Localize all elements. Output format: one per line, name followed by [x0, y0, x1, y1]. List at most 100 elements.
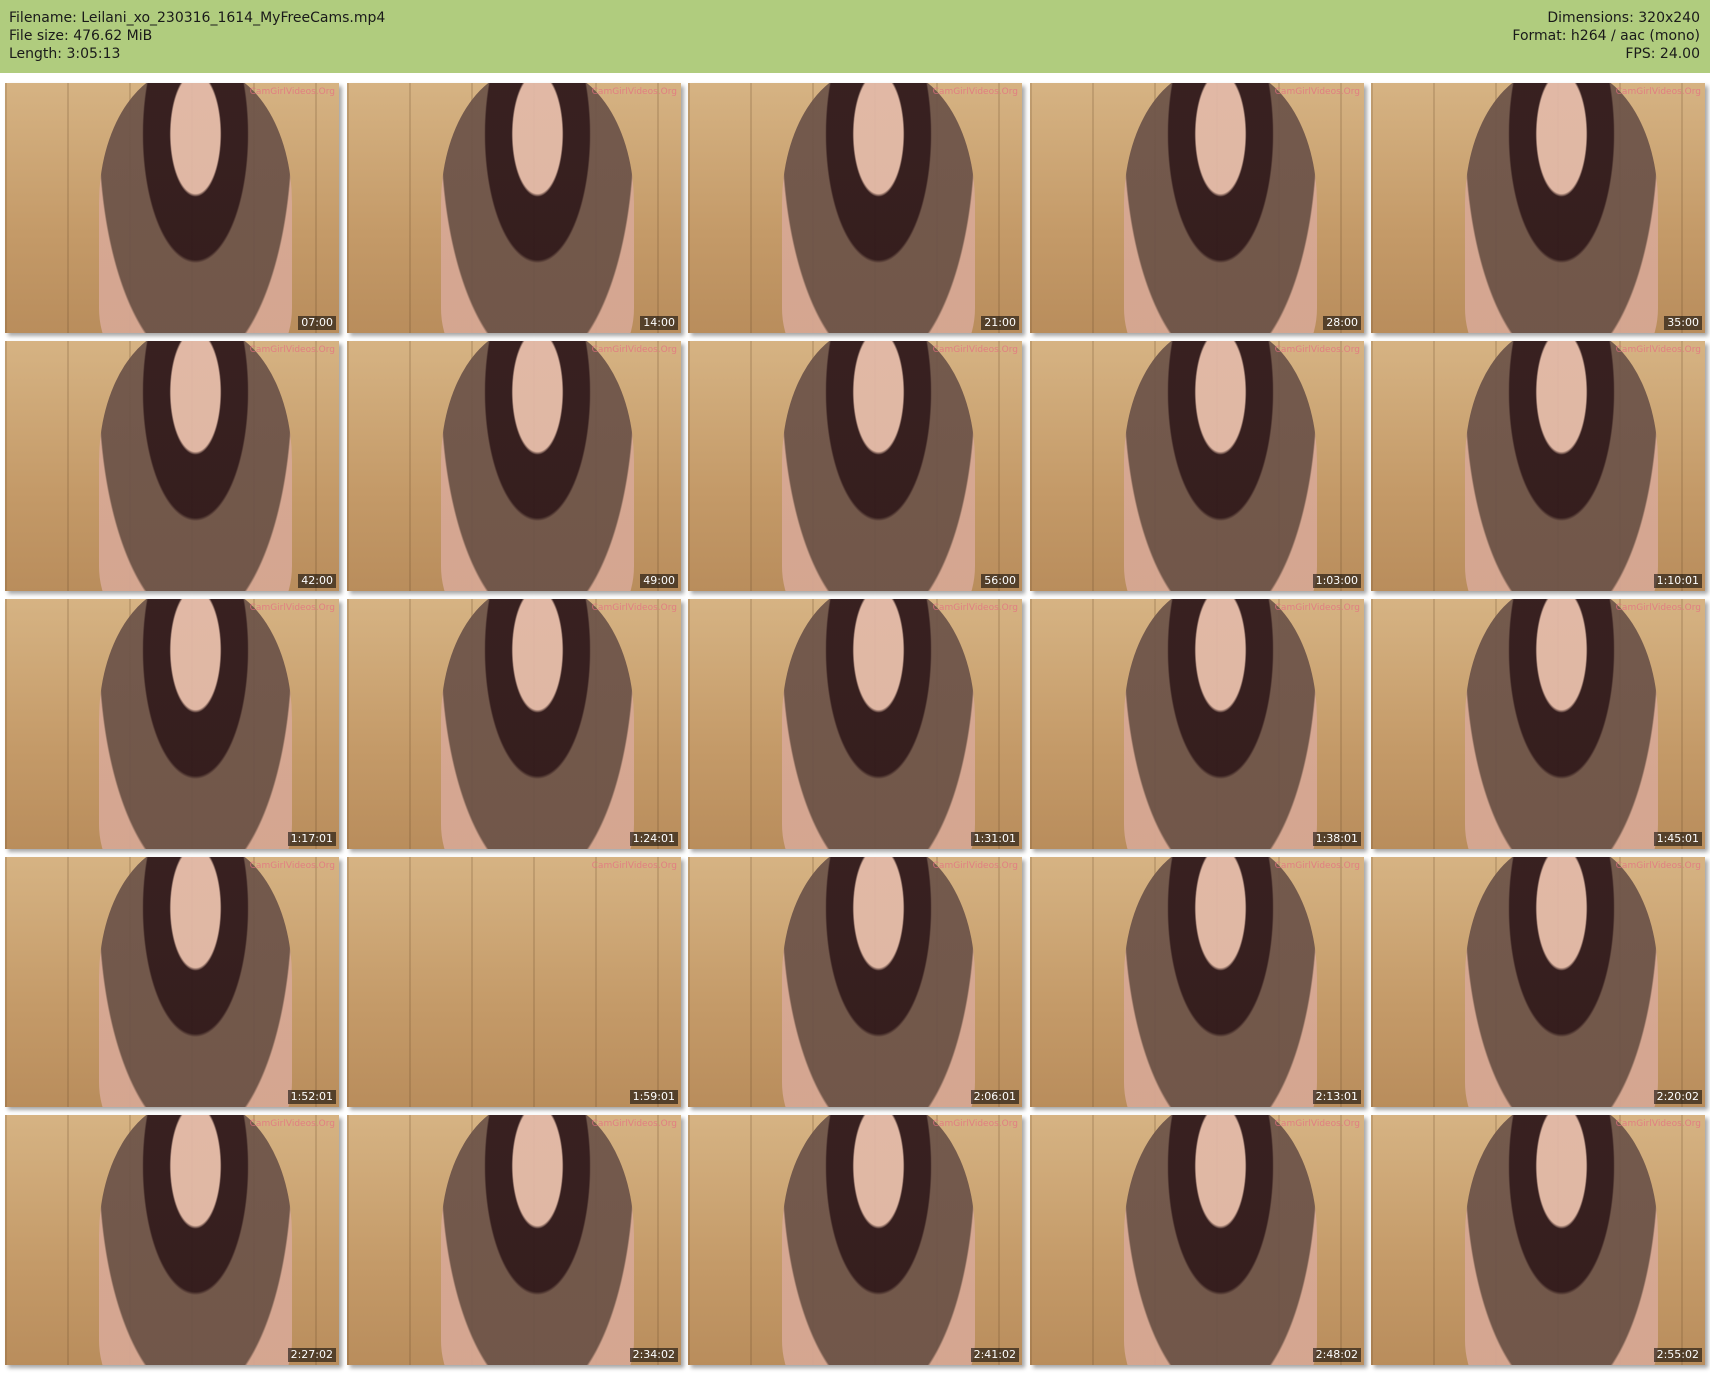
video-thumbnail: CamGirlVideos.Org 14:00: [347, 83, 681, 333]
frame-subject: [440, 1115, 635, 1365]
thumbnail-timestamp: 28:00: [1323, 316, 1361, 330]
video-thumbnail: CamGirlVideos.Org 1:10:01: [1371, 341, 1705, 591]
thumbnail-grid: CamGirlVideos.Org 07:00 CamGirlVideos.Org 1…: [0, 0, 1710, 1373]
watermark: CamGirlVideos.Org: [1615, 603, 1701, 613]
thumbnail-timestamp: 1:31:01: [970, 832, 1019, 846]
frame-subject: [98, 599, 293, 849]
video-thumbnail: CamGirlVideos.Org 35:00: [1371, 83, 1705, 333]
thumbnail-timestamp: 2:13:01: [1312, 1090, 1361, 1104]
frame-subject: [98, 1115, 293, 1365]
frame-subject: [781, 1115, 976, 1365]
video-thumbnail: CamGirlVideos.Org 1:31:01: [688, 599, 1022, 849]
video-thumbnail: CamGirlVideos.Org 2:13:01: [1030, 857, 1364, 1107]
frame-subject: [440, 83, 635, 333]
frame-subject: [98, 341, 293, 591]
thumbnail-timestamp: 56:00: [981, 574, 1019, 588]
frame-subject: [98, 857, 293, 1107]
watermark: CamGirlVideos.Org: [1274, 1119, 1360, 1129]
thumbnail-timestamp: 1:17:01: [287, 832, 336, 846]
frame-subject: [1464, 857, 1659, 1107]
thumbnail-timestamp: 1:03:00: [1312, 574, 1361, 588]
frame-subject: [1123, 83, 1318, 333]
thumbnail-timestamp: 2:20:02: [1653, 1090, 1702, 1104]
watermark: CamGirlVideos.Org: [932, 861, 1018, 871]
thumbnail-timestamp: 2:06:01: [970, 1090, 1019, 1104]
thumbnail-timestamp: 1:45:01: [1653, 832, 1702, 846]
frame-subject: [781, 83, 976, 333]
frame-subject: [1123, 1115, 1318, 1365]
frame-subject: [1464, 1115, 1659, 1365]
video-thumbnail: CamGirlVideos.Org 21:00: [688, 83, 1022, 333]
thumbnail-timestamp: 14:00: [640, 316, 678, 330]
video-thumbnail: CamGirlVideos.Org 1:52:01: [5, 857, 339, 1107]
watermark: CamGirlVideos.Org: [591, 1119, 677, 1129]
frame-background: [347, 857, 681, 1107]
thumbnail-timestamp: 35:00: [1664, 316, 1702, 330]
watermark: CamGirlVideos.Org: [249, 603, 335, 613]
watermark: CamGirlVideos.Org: [1274, 345, 1360, 355]
watermark: CamGirlVideos.Org: [932, 1119, 1018, 1129]
thumbnail-timestamp: 2:34:02: [629, 1348, 678, 1362]
watermark: CamGirlVideos.Org: [591, 87, 677, 97]
frame-subject: [781, 857, 976, 1107]
frame-subject: [1123, 341, 1318, 591]
video-thumbnail: CamGirlVideos.Org 2:34:02: [347, 1115, 681, 1365]
video-thumbnail: CamGirlVideos.Org 2:27:02: [5, 1115, 339, 1365]
video-thumbnail: CamGirlVideos.Org 42:00: [5, 341, 339, 591]
video-thumbnail: CamGirlVideos.Org 1:38:01: [1030, 599, 1364, 849]
video-thumbnail: CamGirlVideos.Org 49:00: [347, 341, 681, 591]
watermark: CamGirlVideos.Org: [591, 603, 677, 613]
watermark: CamGirlVideos.Org: [1615, 87, 1701, 97]
thumbnail-timestamp: 1:38:01: [1312, 832, 1361, 846]
watermark: CamGirlVideos.Org: [591, 861, 677, 871]
video-thumbnail: CamGirlVideos.Org 2:55:02: [1371, 1115, 1705, 1365]
watermark: CamGirlVideos.Org: [1615, 345, 1701, 355]
video-thumbnail: CamGirlVideos.Org 1:03:00: [1030, 341, 1364, 591]
thumbnail-timestamp: 2:27:02: [287, 1348, 336, 1362]
frame-subject: [98, 83, 293, 333]
frame-subject: [1464, 341, 1659, 591]
thumbnail-timestamp: 2:41:02: [970, 1348, 1019, 1362]
watermark: CamGirlVideos.Org: [249, 345, 335, 355]
thumbnail-timestamp: 07:00: [298, 316, 336, 330]
frame-subject: [1464, 83, 1659, 333]
thumbnail-timestamp: 49:00: [640, 574, 678, 588]
video-thumbnail: CamGirlVideos.Org 1:45:01: [1371, 599, 1705, 849]
video-thumbnail: CamGirlVideos.Org 2:48:02: [1030, 1115, 1364, 1365]
frame-subject: [781, 341, 976, 591]
frame-subject: [1123, 857, 1318, 1107]
watermark: CamGirlVideos.Org: [1615, 861, 1701, 871]
video-thumbnail: CamGirlVideos.Org 56:00: [688, 341, 1022, 591]
frame-subject: [440, 341, 635, 591]
video-thumbnail: CamGirlVideos.Org 2:06:01: [688, 857, 1022, 1107]
thumbnail-timestamp: 1:10:01: [1653, 574, 1702, 588]
watermark: CamGirlVideos.Org: [249, 1119, 335, 1129]
video-thumbnail: CamGirlVideos.Org 07:00: [5, 83, 339, 333]
watermark: CamGirlVideos.Org: [1274, 861, 1360, 871]
frame-subject: [1123, 599, 1318, 849]
video-thumbnail: CamGirlVideos.Org 1:24:01: [347, 599, 681, 849]
thumbnail-timestamp: 1:59:01: [629, 1090, 678, 1104]
watermark: CamGirlVideos.Org: [1274, 603, 1360, 613]
video-thumbnail: CamGirlVideos.Org 28:00: [1030, 83, 1364, 333]
video-thumbnail: CamGirlVideos.Org 2:20:02: [1371, 857, 1705, 1107]
frame-subject: [440, 599, 635, 849]
watermark: CamGirlVideos.Org: [1615, 1119, 1701, 1129]
watermark: CamGirlVideos.Org: [591, 345, 677, 355]
thumbnail-timestamp: 1:52:01: [287, 1090, 336, 1104]
watermark: CamGirlVideos.Org: [249, 87, 335, 97]
watermark: CamGirlVideos.Org: [932, 87, 1018, 97]
thumbnail-timestamp: 42:00: [298, 574, 336, 588]
watermark: CamGirlVideos.Org: [249, 861, 335, 871]
video-thumbnail: CamGirlVideos.Org 1:17:01: [5, 599, 339, 849]
watermark: CamGirlVideos.Org: [932, 345, 1018, 355]
frame-subject: [1464, 599, 1659, 849]
video-thumbnail: CamGirlVideos.Org 2:41:02: [688, 1115, 1022, 1365]
thumbnail-timestamp: 1:24:01: [629, 832, 678, 846]
watermark: CamGirlVideos.Org: [932, 603, 1018, 613]
frame-subject: [781, 599, 976, 849]
video-thumbnail: CamGirlVideos.Org 1:59:01: [347, 857, 681, 1107]
thumbnail-timestamp: 2:55:02: [1653, 1348, 1702, 1362]
thumbnail-timestamp: 21:00: [981, 316, 1019, 330]
watermark: CamGirlVideos.Org: [1274, 87, 1360, 97]
